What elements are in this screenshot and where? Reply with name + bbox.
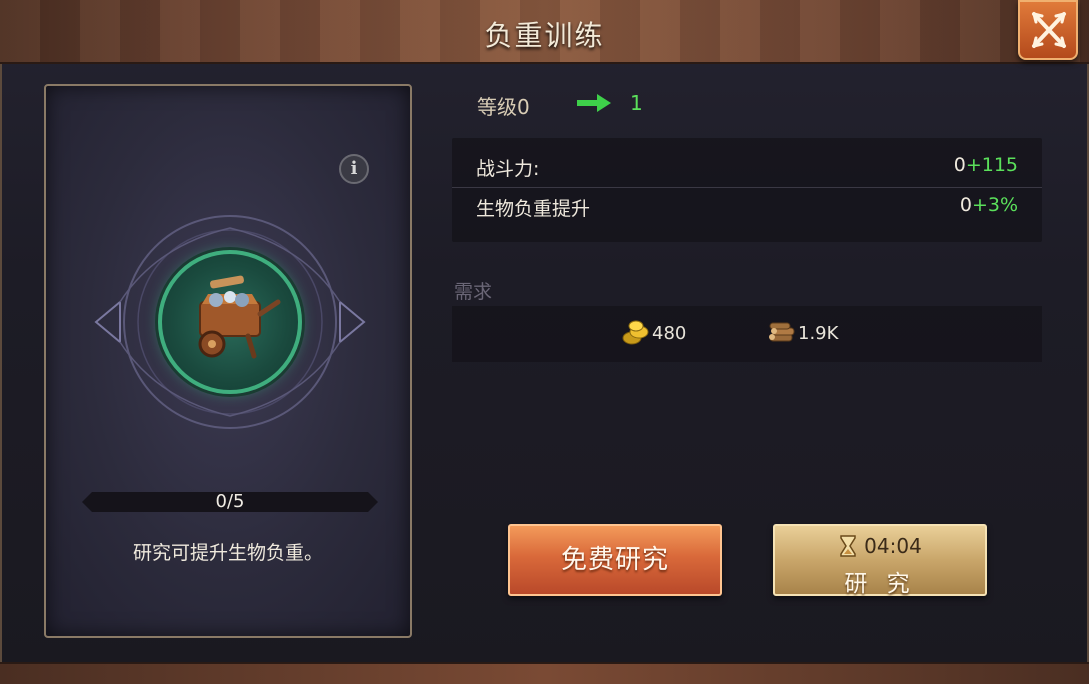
info-icon[interactable]: i [339, 154, 369, 184]
research-description: 研究可提升生物负重。 [132, 542, 323, 564]
stat-name: 战斗力: [476, 158, 540, 180]
requirements-label: 需求 [454, 281, 493, 303]
requirement-gold: 480 [622, 320, 686, 348]
next-level: 1 [630, 91, 643, 115]
bottom-border [0, 662, 1089, 684]
progress-text: 0/5 [215, 491, 245, 512]
stat-bonus: +115 [965, 154, 1018, 176]
stat-row-power: 战斗力: 0+115 [452, 150, 1042, 188]
research-button[interactable]: 04:04 研 究 [773, 524, 987, 597]
requirement-wood: 1.9K [768, 320, 838, 348]
arrow-right-icon [577, 94, 611, 112]
title-bar: 负重训练 [0, 0, 1089, 64]
wood-logs-icon [769, 322, 795, 342]
stat-base: 0 [953, 154, 966, 176]
requirement-value: 1.9K [798, 323, 839, 344]
stats-panel: 战斗力: 0+115 生物负重提升 0+3% [452, 138, 1042, 242]
stat-value: 0+3% [960, 194, 1018, 216]
research-card: i 0/5 研究可提升生物负重。 [44, 84, 412, 638]
close-icon [1032, 12, 1066, 48]
stat-row-load: 生物负重提升 0+3% [452, 190, 1042, 228]
research-icon-ring [158, 250, 302, 394]
gold-coins-icon [622, 320, 649, 345]
dialog-title: 负重训练 [484, 19, 605, 52]
requirement-value: 480 [652, 323, 687, 344]
close-button[interactable] [1018, 0, 1078, 60]
research-time-value: 04:04 [864, 534, 922, 558]
requirements-panel: 480 1.9K [452, 306, 1042, 362]
free-research-label: 免费研究 [560, 545, 669, 575]
stat-bonus: +3% [971, 194, 1018, 216]
current-level: 等级0 [477, 95, 530, 119]
hourglass-icon [838, 535, 858, 562]
wheelbarrow-icon [198, 275, 281, 359]
free-research-button[interactable]: 免费研究 [508, 524, 722, 596]
stat-name: 生物负重提升 [476, 198, 591, 220]
stat-base: 0 [959, 194, 972, 216]
research-label: 研 究 [844, 571, 916, 597]
stat-value: 0+115 [954, 154, 1018, 176]
research-time: 04:04 [775, 534, 985, 562]
